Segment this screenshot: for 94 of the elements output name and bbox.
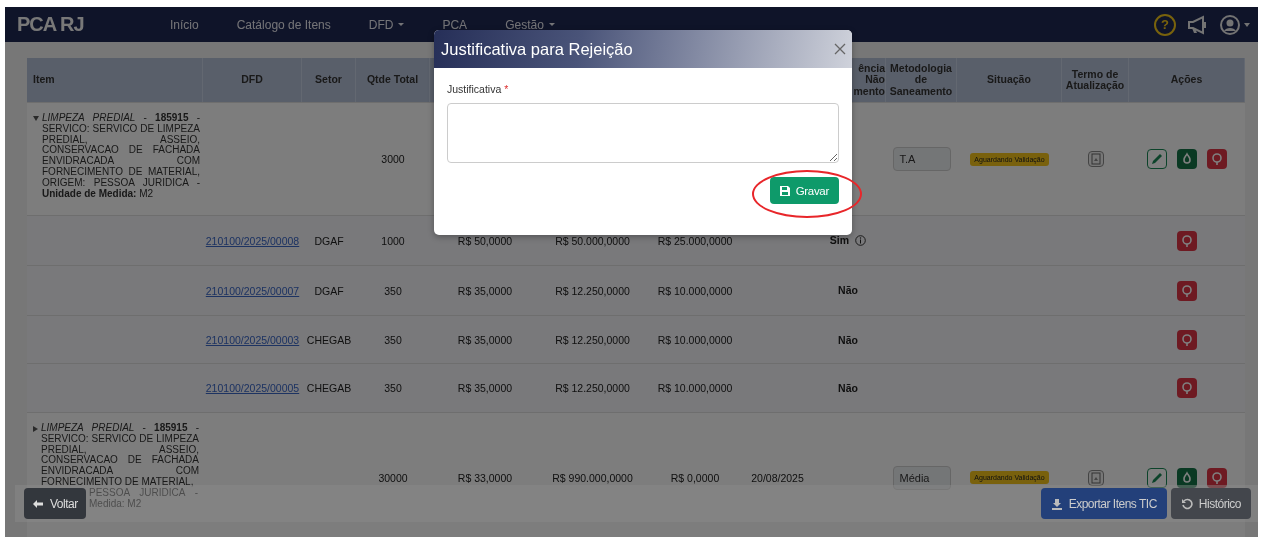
- export-button[interactable]: Exportar Itens TIC: [1040, 488, 1167, 519]
- history-button[interactable]: Histórico: [1170, 488, 1251, 519]
- pin-icon: [1179, 282, 1195, 299]
- table-cell: Sim: [829, 234, 850, 246]
- method-field[interactable]: T.A: [892, 147, 951, 171]
- pin-icon: [1179, 232, 1195, 249]
- table-cell: 350: [384, 284, 402, 297]
- logo: PCA RJ: [17, 13, 85, 36]
- approve-button[interactable]: [1177, 149, 1197, 169]
- user-icon: [1220, 14, 1240, 35]
- item-description: LIMPEZA PREDIAL - 185915 - SERVICO: SERVICO DE LIMPEZA PREDIAL, ASSEIO, CONSERVACAO DE FACHADA ENVIDRACADA COM FORNECIMENTO DE MATERIAL,: [41, 423, 199, 488]
- caret-icon[interactable]: [33, 426, 38, 432]
- pin-icon: [1179, 331, 1195, 348]
- nav-link[interactable]: PCA: [442, 17, 468, 32]
- table-cell: R$ 12.250,0000: [555, 333, 630, 346]
- table-cell: Não: [838, 382, 858, 394]
- justification-field[interactable]: [447, 103, 839, 163]
- table-cell: R$ 990.000,0000: [552, 471, 633, 484]
- table-cell: Não: [838, 284, 858, 296]
- reject-button[interactable]: [1207, 149, 1227, 169]
- table-cell: R$ 0,0000: [670, 471, 720, 484]
- table-cell: R$ 12.250,0000: [555, 382, 630, 394]
- table-cell: R$ 10.000,0000: [657, 333, 733, 346]
- help-icon[interactable]: ?: [1154, 13, 1176, 36]
- pin-icon: [1179, 380, 1195, 396]
- column-header: ência Não mento: [853, 63, 885, 97]
- column-header: Setor: [315, 74, 342, 86]
- close-icon: [834, 43, 846, 55]
- document-number-link[interactable]: 210100/2025/00008: [205, 234, 300, 247]
- edit-button[interactable]: [1147, 467, 1167, 488]
- nav-link[interactable]: Gestão: [505, 17, 555, 32]
- reject-button[interactable]: [1177, 280, 1197, 301]
- edit-button[interactable]: [1147, 149, 1167, 169]
- table-cell: R$ 50.000,0000: [555, 234, 630, 247]
- download-icon: [1050, 497, 1063, 510]
- table-cell: R$ 10.000,0000: [657, 284, 733, 297]
- table-cell: 350: [384, 333, 402, 346]
- document-number-link[interactable]: 210100/2025/00007: [205, 284, 300, 297]
- document-icon: [1090, 153, 1101, 165]
- column-header: Item: [33, 74, 55, 86]
- user-menu[interactable]: [1220, 14, 1250, 35]
- table-cell: DGAF: [314, 234, 344, 247]
- arrow-left-icon: [32, 498, 44, 509]
- table-cell: Não: [838, 334, 858, 346]
- table-cell: R$ 12.250,0000: [555, 284, 630, 297]
- save-icon: [779, 185, 790, 196]
- column-header: Termo de Atualização: [1064, 69, 1126, 91]
- column-header: Metodologia de Saneamento: [888, 63, 954, 97]
- document-button[interactable]: [1087, 151, 1104, 167]
- caret-icon[interactable]: [33, 116, 39, 121]
- item-description: LIMPEZA PREDIAL - 185915 - SERVICO: SERVICO DE LIMPEZA PREDIAL, ASSEIO, CONSERVACAO DE FACHADA ENVIDRACADA COM FORNECIMENTO DE MATERIAL, ORIGEM: PESSOA JURIDICA - Unidade de Medida: M2: [42, 113, 200, 200]
- nav-link[interactable]: DFD: [368, 17, 405, 32]
- column-header: Ações: [1170, 74, 1203, 86]
- table-cell: 20/08/2025: [751, 471, 804, 484]
- document-number-link[interactable]: 210100/2025/00005: [205, 382, 300, 394]
- table-cell: R$ 10.000,0000: [657, 382, 733, 394]
- table-cell: R$ 25.000,0000: [657, 234, 733, 247]
- reject-button[interactable]: [1207, 467, 1227, 488]
- approve-button[interactable]: [1177, 467, 1197, 488]
- pin-icon: [1209, 469, 1225, 486]
- table-cell: 30000: [378, 471, 408, 484]
- pencil-icon: [1149, 151, 1165, 167]
- table-cell: CHEGAB: [306, 333, 352, 346]
- close-button[interactable]: [834, 43, 846, 55]
- caret-icon: [1244, 22, 1250, 27]
- table-cell: R$ 35,0000: [457, 284, 513, 297]
- table-cell: 350: [384, 382, 402, 394]
- method-field[interactable]: Média: [892, 465, 951, 490]
- table-cell: R$ 33,0000: [457, 471, 513, 484]
- back-button[interactable]: Voltar: [24, 488, 86, 519]
- reject-button[interactable]: [1177, 230, 1197, 251]
- history-icon: [1180, 497, 1193, 510]
- pin-icon: [1209, 151, 1225, 167]
- table-cell: R$ 50,0000: [457, 234, 513, 247]
- field-label: Justificativa: [447, 83, 502, 95]
- table-cell: DGAF: [314, 284, 344, 297]
- document-button[interactable]: [1087, 469, 1104, 486]
- table-cell: 1000: [381, 234, 405, 247]
- document-number-link[interactable]: 210100/2025/00003: [205, 333, 300, 346]
- reject-button[interactable]: [1177, 329, 1197, 350]
- nav-link[interactable]: Início: [170, 17, 199, 32]
- column-header: DFD: [241, 74, 263, 86]
- document-icon: [1090, 471, 1101, 484]
- table-cell: R$ 35,0000: [457, 382, 513, 394]
- nav-link[interactable]: Catálogo de Itens: [236, 17, 331, 32]
- column-header: Qtde Total: [366, 74, 419, 86]
- column-header: Situação: [987, 74, 1031, 86]
- save-button[interactable]: Gravar: [769, 177, 839, 204]
- table-cell: R$ 35,0000: [457, 333, 513, 346]
- table-cell: CHEGAB: [306, 382, 352, 394]
- required-mark: *: [504, 83, 509, 95]
- dialog-title: Justificativa para Rejeição: [441, 39, 633, 59]
- reject-button[interactable]: [1177, 378, 1197, 398]
- table-cell: 3000: [381, 153, 405, 165]
